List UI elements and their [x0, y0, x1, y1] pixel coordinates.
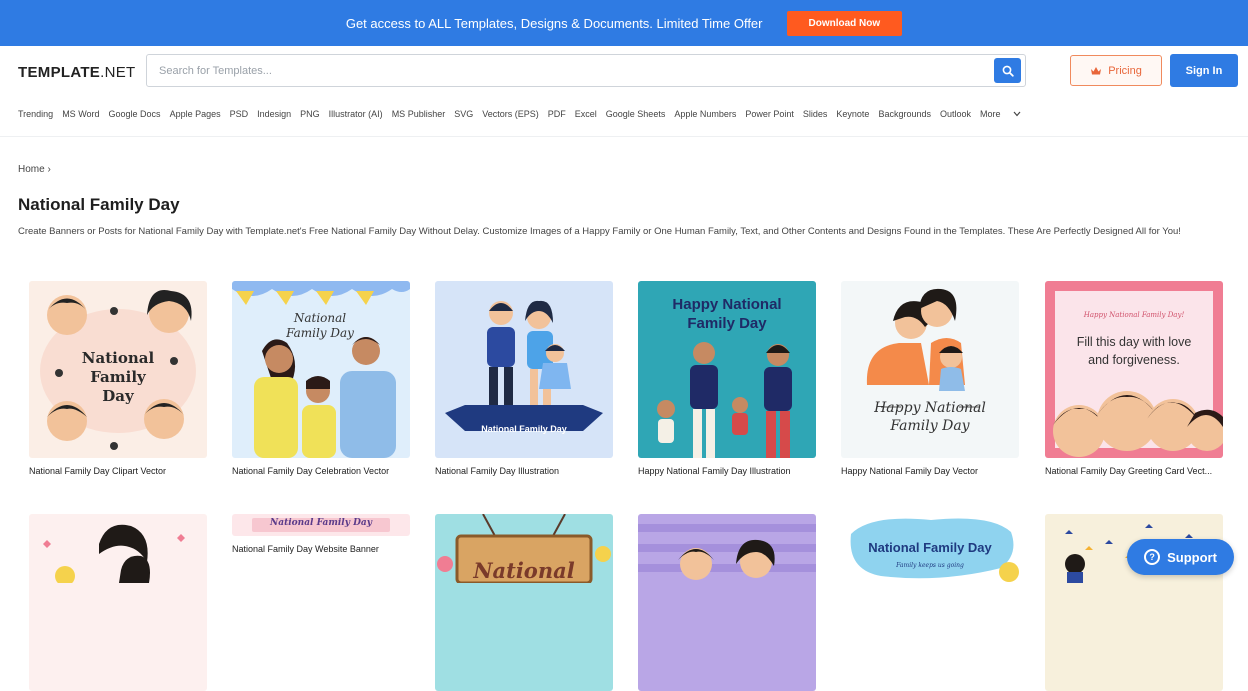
- logo-light: .NET: [100, 64, 136, 81]
- thumbnail-title: Fill this day with love and forgiveness.: [1076, 335, 1192, 367]
- template-card[interactable]: National Family Day National Family Day …: [232, 514, 410, 554]
- category-excel[interactable]: Excel: [575, 109, 597, 119]
- template-card[interactable]: [29, 514, 207, 691]
- support-button[interactable]: ? Support: [1127, 539, 1234, 575]
- template-card[interactable]: [638, 514, 816, 691]
- thumbnail-subtitle: Family keeps us going: [896, 562, 964, 569]
- category-slides[interactable]: Slides: [803, 109, 828, 119]
- greeting-card-image: [1053, 291, 1223, 457]
- template-title[interactable]: National Family Day Clipart Vector: [29, 466, 219, 476]
- category-nav: Trending MS Word Google Docs Apple Pages…: [18, 109, 1030, 119]
- category-png[interactable]: PNG: [300, 109, 320, 119]
- family-celebration-image: [232, 281, 410, 458]
- template-thumbnail[interactable]: [29, 514, 207, 691]
- promo-bar: Get access to ALL Templates, Designs & D…: [0, 0, 1248, 46]
- thumbnail-title: National Family Day: [868, 540, 992, 555]
- category-ms-publisher[interactable]: MS Publisher: [392, 109, 446, 119]
- thumbnail-title: Happy National Family Day: [874, 400, 986, 434]
- category-vectors[interactable]: Vectors (EPS): [482, 109, 539, 119]
- template-thumbnail[interactable]: [638, 514, 816, 691]
- template-thumbnail[interactable]: National Family Day Family keeps us goin…: [841, 514, 1019, 691]
- category-keynote[interactable]: Keynote: [836, 109, 869, 119]
- template-title[interactable]: National Family Day Greeting Card Vect..…: [1045, 466, 1235, 476]
- thumbnail-subtitle: Happy National Family Day!: [1083, 311, 1185, 319]
- template-card[interactable]: National Family Day National Family Day …: [232, 281, 410, 476]
- family-stripes-image: [638, 524, 816, 580]
- template-title[interactable]: Happy National Family Day Illustration: [638, 466, 828, 476]
- thumbnail-title: National Family Day: [81, 349, 155, 405]
- template-title[interactable]: National Family Day Website Banner: [232, 544, 422, 554]
- template-card[interactable]: National Family Day Family keeps us goin…: [841, 514, 1019, 691]
- header: TEMPLATE.NET Pricing Sign In: [0, 46, 1248, 98]
- help-icon: ?: [1144, 549, 1161, 565]
- category-backgrounds[interactable]: Backgrounds: [878, 109, 931, 119]
- thumbnail-title: National Family Day: [270, 518, 372, 528]
- search-icon: [1002, 65, 1014, 77]
- thumbnail-title: National Family Day: [481, 424, 567, 434]
- template-title[interactable]: National Family Day Illustration: [435, 466, 625, 476]
- page-description: Create Banners or Posts for National Fam…: [18, 226, 1181, 237]
- category-google-docs[interactable]: Google Docs: [109, 109, 161, 119]
- divider: [0, 136, 1248, 137]
- category-trending[interactable]: Trending: [18, 109, 53, 119]
- category-apple-numbers[interactable]: Apple Numbers: [674, 109, 736, 119]
- sign-in-button[interactable]: Sign In: [1170, 54, 1238, 87]
- logo[interactable]: TEMPLATE.NET: [18, 64, 136, 81]
- template-thumbnail[interactable]: National Family Day: [435, 281, 613, 458]
- logo-bold: TEMPLATE: [18, 64, 101, 81]
- template-thumbnail[interactable]: National Family Day: [232, 514, 410, 536]
- template-thumbnail[interactable]: Happy National Family Day: [841, 281, 1019, 458]
- category-ms-word[interactable]: MS Word: [62, 109, 99, 119]
- category-outlook[interactable]: Outlook: [940, 109, 971, 119]
- template-thumbnail[interactable]: Happy National Family Day! Fill this day…: [1045, 281, 1223, 458]
- category-pdf[interactable]: PDF: [548, 109, 566, 119]
- template-title[interactable]: Happy National Family Day Vector: [841, 466, 1031, 476]
- thumbnail-title: National Family Day: [286, 311, 354, 340]
- thumbnail-title: National: [473, 558, 575, 583]
- template-card[interactable]: Happy National Family Day Happy National…: [638, 281, 816, 476]
- promo-text: Get access to ALL Templates, Designs & D…: [345, 15, 763, 31]
- breadcrumb[interactable]: Home ›: [18, 164, 51, 175]
- category-google-sheets[interactable]: Google Sheets: [606, 109, 666, 119]
- category-indesign[interactable]: Indesign: [257, 109, 291, 119]
- category-apple-pages[interactable]: Apple Pages: [170, 109, 221, 119]
- crown-icon: [1091, 66, 1102, 74]
- chevron-down-icon: [1013, 111, 1020, 117]
- search-button[interactable]: [994, 58, 1021, 83]
- pricing-button[interactable]: Pricing: [1070, 55, 1162, 86]
- category-psd[interactable]: PSD: [230, 109, 249, 119]
- more-dropdown[interactable]: More: [980, 109, 1021, 119]
- search-input[interactable]: [147, 55, 994, 86]
- page-title: National Family Day: [18, 195, 180, 214]
- pricing-label: Pricing: [1108, 64, 1142, 77]
- template-thumbnail[interactable]: National Family Day: [29, 281, 207, 458]
- thumbnail-title: Happy National Family Day: [672, 296, 782, 332]
- search-bar: [146, 54, 1026, 87]
- more-label: More: [980, 109, 1001, 119]
- template-title[interactable]: National Family Day Celebration Vector: [232, 466, 422, 476]
- template-card[interactable]: National Family Day National Family Day …: [435, 281, 613, 476]
- template-thumbnail[interactable]: National: [435, 514, 613, 691]
- template-card[interactable]: Happy National Family Day Happy National…: [841, 281, 1019, 476]
- template-thumbnail[interactable]: Happy National Family Day: [638, 281, 816, 458]
- download-now-button[interactable]: Download Now: [786, 10, 903, 36]
- family-vector-image: [43, 524, 185, 586]
- template-card[interactable]: National: [435, 514, 613, 691]
- support-label: Support: [1167, 549, 1217, 565]
- template-card[interactable]: Happy National Family Day! Fill this day…: [1045, 281, 1223, 476]
- template-card[interactable]: National Family Day National Family Day …: [29, 281, 207, 476]
- template-thumbnail[interactable]: National Family Day: [232, 281, 410, 458]
- category-svg[interactable]: SVG: [454, 109, 473, 119]
- category-power-point[interactable]: Power Point: [745, 109, 794, 119]
- category-illustrator[interactable]: Illustrator (AI): [329, 109, 383, 119]
